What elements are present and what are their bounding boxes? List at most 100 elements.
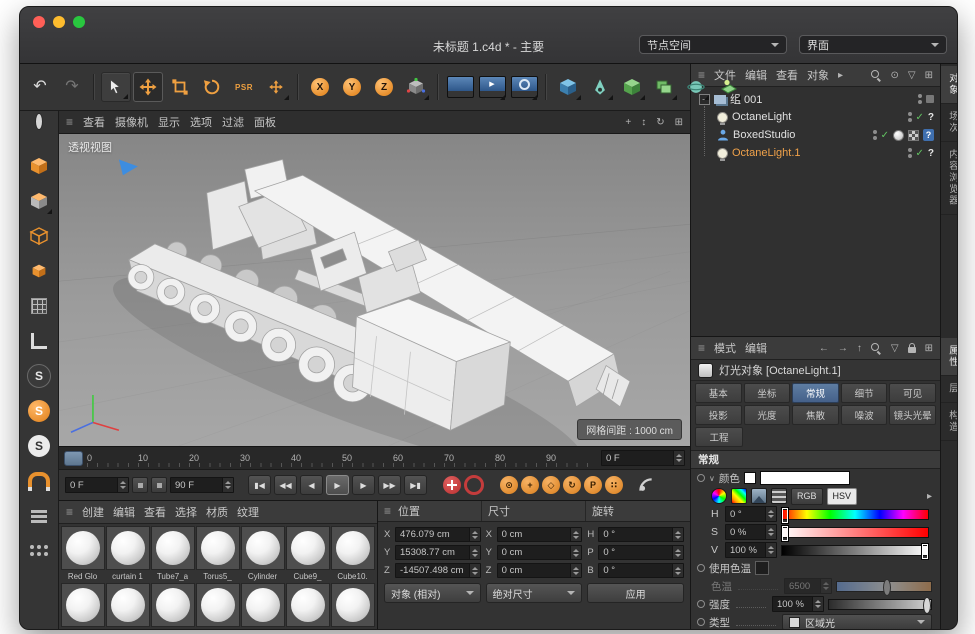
rotate-tool-button[interactable] (197, 72, 227, 102)
stepper[interactable] (570, 546, 581, 559)
keyframe-selection-button[interactable]: ⊙ (500, 476, 518, 494)
color-spectrum-icon[interactable] (731, 488, 747, 504)
object-row-figure[interactable]: BoxedStudio ✓ ? (691, 126, 940, 144)
zoom-window-button[interactable] (73, 16, 85, 28)
filter-funnel-icon[interactable]: ▽ (891, 343, 899, 354)
viewport-menu-filter[interactable]: 过滤 (222, 114, 244, 130)
x-axis-lock-button[interactable]: X (305, 72, 335, 102)
psr-tool-button[interactable]: PSR (229, 72, 259, 102)
pick-icon[interactable]: ⊙ (891, 70, 899, 81)
frame-ticks[interactable]: 0 10 20 30 40 50 60 70 80 90 (87, 447, 597, 469)
material-item[interactable]: Torus5_ (196, 526, 239, 581)
temperature-field[interactable]: 6500 (784, 578, 832, 594)
hue-field[interactable]: 0 ° (725, 506, 777, 522)
color-picker-image-icon[interactable] (751, 488, 767, 504)
toggle-view-icon[interactable]: ⊞ (675, 117, 683, 128)
color-chip[interactable] (744, 472, 756, 484)
generator-menu-button[interactable] (649, 72, 679, 102)
am-menu-mode[interactable]: 模式 (714, 340, 736, 356)
dock-tab-content-browser[interactable]: 内容浏览器 (941, 142, 958, 215)
om-menu-view[interactable]: 查看 (776, 67, 798, 83)
coords-menu-icon[interactable]: ≡ (384, 504, 391, 518)
go-to-end-button[interactable]: ▶▮ (404, 475, 427, 495)
size-x-field[interactable]: 0 cm (497, 527, 583, 542)
material-menu-select[interactable]: 选择 (175, 504, 197, 520)
color-swatch[interactable] (760, 471, 850, 485)
material-item[interactable] (151, 583, 194, 627)
stepper[interactable] (765, 543, 776, 557)
slider-handle[interactable] (782, 508, 788, 523)
object-row-light[interactable]: OctaneLight ✓ ? (691, 108, 940, 126)
object-name[interactable]: BoxedStudio (733, 129, 795, 141)
temperature-slider[interactable] (836, 581, 932, 592)
dock-tab-attributes[interactable]: 属性 (941, 338, 958, 376)
expand-icon[interactable]: ▸ (927, 491, 932, 502)
scale-tool-button[interactable] (165, 72, 195, 102)
viewport-menu-camera[interactable]: 摄像机 (115, 114, 148, 130)
slider-handle[interactable] (922, 544, 928, 559)
material-item[interactable] (196, 583, 239, 627)
shader-ball-button[interactable] (24, 116, 54, 146)
layer-chip[interactable] (926, 95, 934, 103)
new-panel-icon[interactable]: ⊞ (925, 343, 933, 354)
viewport-menu-options[interactable]: 选项 (190, 114, 212, 130)
tab-basic[interactable]: 基本 (695, 383, 742, 403)
viewport-menu-panel[interactable]: 面板 (254, 114, 276, 130)
visibility-dots[interactable] (908, 112, 912, 122)
enabled-check-icon[interactable]: ✓ (881, 130, 889, 141)
tab-lens-flare[interactable]: 镜头光晕 (889, 405, 936, 425)
timeline-mini-button-1[interactable] (132, 477, 148, 493)
layers-button[interactable] (24, 501, 54, 531)
stepper[interactable] (820, 579, 831, 593)
more-menus-icon[interactable]: ▸ (838, 70, 843, 81)
stepper[interactable] (812, 597, 823, 611)
object-row-light-selected[interactable]: OctaneLight.1 ✓ ? (691, 144, 940, 162)
intensity-slider[interactable] (828, 599, 932, 610)
texture-tag-icon[interactable] (908, 130, 919, 141)
snap-button[interactable] (24, 466, 54, 496)
tab-shadow[interactable]: 投影 (695, 405, 742, 425)
history-forward-icon[interactable]: → (838, 343, 848, 354)
saturation-field[interactable]: 0 % (725, 524, 777, 540)
go-to-start-button[interactable]: ▮◀ (248, 475, 271, 495)
stepper[interactable] (765, 525, 776, 539)
material-item[interactable]: Tube7_a (151, 526, 194, 581)
size-mode-dropdown[interactable]: 绝对尺寸 (486, 583, 583, 603)
dock-tab-takes[interactable]: 场次 (941, 104, 958, 142)
material-menu-icon[interactable]: ≡ (66, 505, 73, 519)
timeline-mini-button-2[interactable] (151, 477, 167, 493)
tab-details[interactable]: 细节 (841, 383, 888, 403)
stepper[interactable] (672, 564, 683, 577)
dock-tab-objects[interactable]: 对象 (941, 66, 958, 104)
stepper[interactable] (469, 528, 480, 541)
dock-tab-structure[interactable]: 构造 (941, 403, 958, 441)
render-settings-button[interactable] (509, 72, 539, 102)
rotation-h-field[interactable]: 0 ° (598, 527, 684, 542)
key-scale-toggle[interactable]: ◇ (542, 476, 560, 494)
rgb-mode-button[interactable]: RGB (791, 488, 823, 505)
question-tag-icon[interactable]: ? (928, 112, 934, 123)
active-tool-button[interactable] (261, 72, 291, 102)
material-item[interactable]: curtain 1 (106, 526, 149, 581)
color-wheel-icon[interactable] (711, 488, 727, 504)
tab-general[interactable]: 常规 (792, 383, 839, 403)
stepper[interactable] (469, 546, 480, 559)
history-back-icon[interactable]: ← (819, 343, 829, 354)
timeline-ruler[interactable]: 0 10 20 30 40 50 60 70 80 90 0 F (59, 446, 690, 469)
intensity-field[interactable]: 100 % (772, 596, 824, 612)
y-axis-lock-button[interactable]: Y (337, 72, 367, 102)
am-menu-edit[interactable]: 编辑 (745, 340, 767, 356)
object-name[interactable]: OctaneLight.1 (732, 147, 801, 159)
layout-dropdown[interactable]: 界面 (799, 35, 947, 54)
om-menu-edit[interactable]: 编辑 (745, 67, 767, 83)
saturation-gradient-slider[interactable] (781, 527, 929, 538)
attribute-menu-icon[interactable]: ≡ (698, 341, 705, 355)
next-frame-button[interactable]: ▶ (352, 475, 375, 495)
collapse-caret-icon[interactable]: ∨ (709, 474, 715, 483)
viewport-menu-view[interactable]: 查看 (83, 114, 105, 130)
animation-dot-icon[interactable] (697, 564, 705, 572)
spline-pen-menu-button[interactable] (585, 72, 615, 102)
subdivision-surface-menu-button[interactable] (617, 72, 647, 102)
color-mixer-icon[interactable] (771, 488, 787, 504)
apply-button[interactable]: 应用 (587, 583, 684, 603)
